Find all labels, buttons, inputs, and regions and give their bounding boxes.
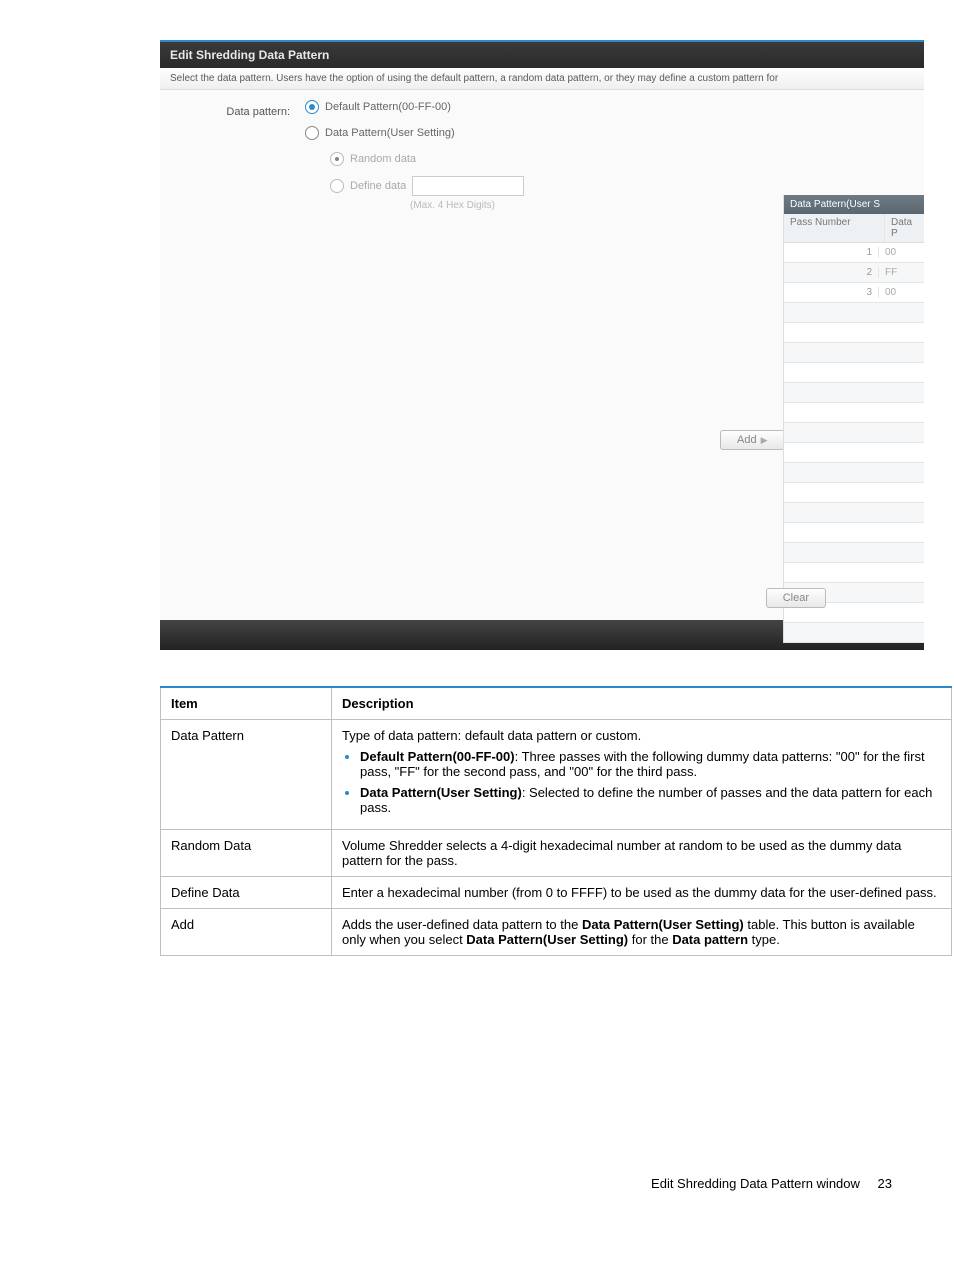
table-row: Define Data Enter a hexadecimal number (…: [161, 877, 952, 909]
radio-default-label: Default Pattern(00-FF-00): [325, 101, 451, 113]
radio-user-label: Data Pattern(User Setting): [325, 127, 455, 139]
col-data-pattern: Data P: [885, 214, 924, 242]
table-cell: FF: [879, 267, 924, 278]
data-pattern-table: Data Pattern(User S Pass Number Data P 1…: [783, 195, 924, 643]
footer-title: Edit Shredding Data Pattern window: [651, 1176, 860, 1191]
cell-item: Random Data: [161, 830, 332, 877]
clear-button-label: Clear: [783, 592, 809, 604]
table-row: Random Data Volume Shredder selects a 4-…: [161, 830, 952, 877]
radio-define-label: Define data: [350, 180, 406, 192]
data-pattern-label: Data pattern:: [160, 100, 300, 118]
clear-button[interactable]: Clear: [766, 588, 826, 608]
instruction-text: Select the data pattern. Users have the …: [160, 68, 924, 90]
cell-desc: Type of data pattern: default data patte…: [332, 720, 952, 830]
page-number: 23: [878, 1176, 892, 1191]
cell-item: Add: [161, 909, 332, 956]
define-data-input[interactable]: [412, 176, 524, 196]
cell-item: Data Pattern: [161, 720, 332, 830]
col-pass-number: Pass Number: [784, 214, 885, 242]
th-description: Description: [332, 687, 952, 720]
cell-desc: Enter a hexadecimal number (from 0 to FF…: [332, 877, 952, 909]
th-item: Item: [161, 687, 332, 720]
radio-random-data[interactable]: [330, 152, 344, 166]
table-cell: 2: [784, 267, 879, 278]
cell-item: Define Data: [161, 877, 332, 909]
cell-desc: Volume Shredder selects a 4-digit hexade…: [332, 830, 952, 877]
radio-default-pattern[interactable]: [305, 100, 319, 114]
add-button[interactable]: Add ▶: [720, 430, 785, 450]
radio-define-data[interactable]: [330, 179, 344, 193]
add-button-label: Add: [737, 434, 757, 446]
cell-desc: Adds the user-defined data pattern to th…: [332, 909, 952, 956]
data-pattern-table-header: Data Pattern(User S: [784, 195, 924, 214]
table-cell: 00: [879, 247, 924, 258]
page-footer: Edit Shredding Data Pattern window 23: [30, 1176, 924, 1191]
table-cell: 1: [784, 247, 879, 258]
radio-random-label: Random data: [350, 153, 416, 165]
window-title: Edit Shredding Data Pattern: [160, 42, 924, 68]
table-row: Add Adds the user-defined data pattern t…: [161, 909, 952, 956]
table-cell: 00: [879, 287, 924, 298]
arrow-right-icon: ▶: [761, 435, 768, 446]
screenshot-panel: Edit Shredding Data Pattern Select the d…: [160, 40, 924, 650]
description-table: Item Description Data Pattern Type of da…: [160, 686, 952, 956]
table-cell: 3: [784, 287, 879, 298]
table-row: Data Pattern Type of data pattern: defau…: [161, 720, 952, 830]
radio-user-setting[interactable]: [305, 126, 319, 140]
